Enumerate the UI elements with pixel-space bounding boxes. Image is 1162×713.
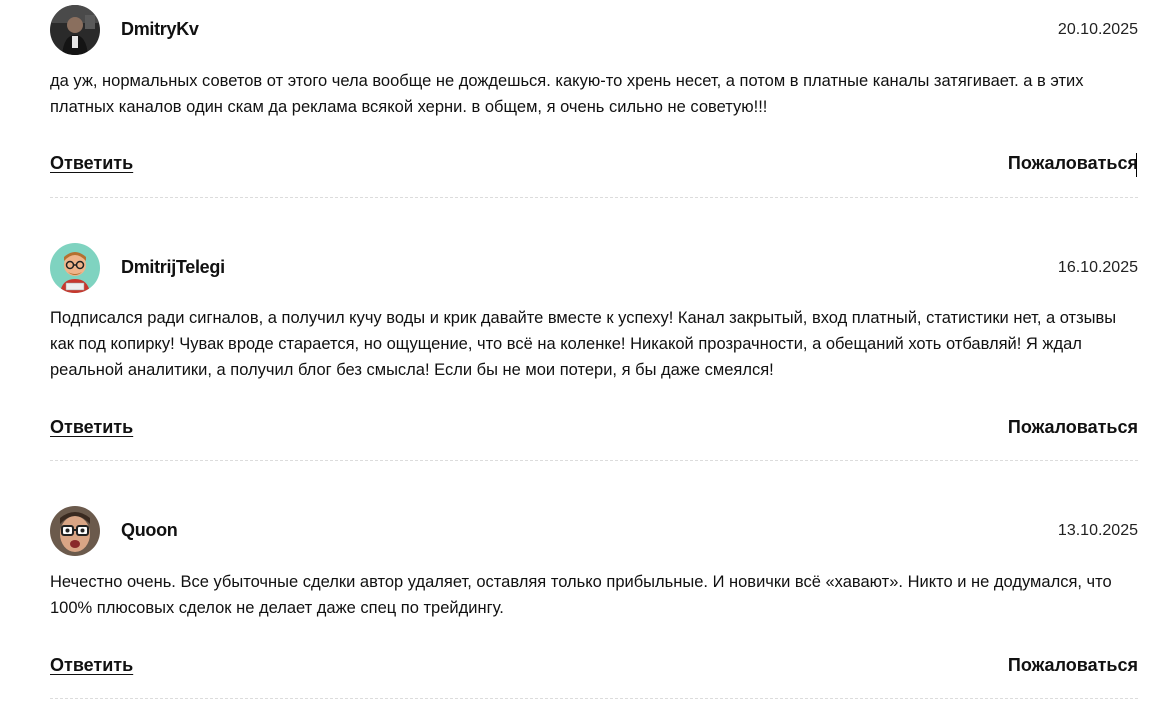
comment-header: DmitrijTelegi 16.10.2025 bbox=[50, 243, 1138, 293]
report-link[interactable]: Пожаловаться bbox=[1008, 153, 1138, 174]
comment-divider bbox=[50, 698, 1138, 699]
comment-actions: Ответить Пожаловаться bbox=[50, 153, 1138, 179]
comments-list: DmitryKv 20.10.2025 да уж, нормальных со… bbox=[0, 0, 1162, 713]
text-cursor bbox=[1136, 153, 1137, 177]
comment-text: Подписался ради сигналов, а получил кучу… bbox=[50, 309, 1117, 379]
reply-link[interactable]: Ответить bbox=[50, 153, 133, 174]
comment-text: Нечестно очень. Все убыточные сделки авт… bbox=[50, 573, 1112, 617]
comment-actions: Ответить Пожаловаться bbox=[50, 655, 1138, 681]
comment-text: да уж, нормальных советов от этого чела … bbox=[50, 72, 1084, 116]
comment-divider bbox=[50, 460, 1138, 461]
comment-date: 20.10.2025 bbox=[1057, 21, 1138, 38]
comment-author: DmitryKv bbox=[121, 19, 199, 39]
comment-item: DmitryKv 20.10.2025 да уж, нормальных со… bbox=[50, 5, 1138, 198]
comment-actions: Ответить Пожаловаться bbox=[50, 417, 1138, 443]
user-photo-dark-icon[interactable] bbox=[50, 5, 100, 55]
comment-author: DmitrijTelegi bbox=[121, 257, 225, 277]
report-link[interactable]: Пожаловаться bbox=[1008, 655, 1138, 676]
cartoon-man-avatar-icon[interactable] bbox=[50, 243, 100, 293]
comment-date: 13.10.2025 bbox=[1057, 522, 1138, 539]
reply-link[interactable]: Ответить bbox=[50, 417, 133, 438]
comment-author: Quoon bbox=[121, 520, 178, 540]
report-link[interactable]: Пожаловаться bbox=[1008, 417, 1138, 438]
comment-item: Quoon 13.10.2025 Нечестно очень. Все убы… bbox=[50, 506, 1138, 706]
comment-divider bbox=[50, 197, 1138, 198]
man-with-glasses-avatar-icon[interactable] bbox=[50, 506, 100, 556]
comment-item: DmitrijTelegi 16.10.2025 Подписался ради… bbox=[50, 243, 1138, 461]
comment-header: DmitryKv 20.10.2025 bbox=[50, 5, 1138, 55]
comment-header: Quoon 13.10.2025 bbox=[50, 506, 1138, 556]
reply-link[interactable]: Ответить bbox=[50, 655, 133, 676]
comment-date: 16.10.2025 bbox=[1057, 259, 1138, 276]
